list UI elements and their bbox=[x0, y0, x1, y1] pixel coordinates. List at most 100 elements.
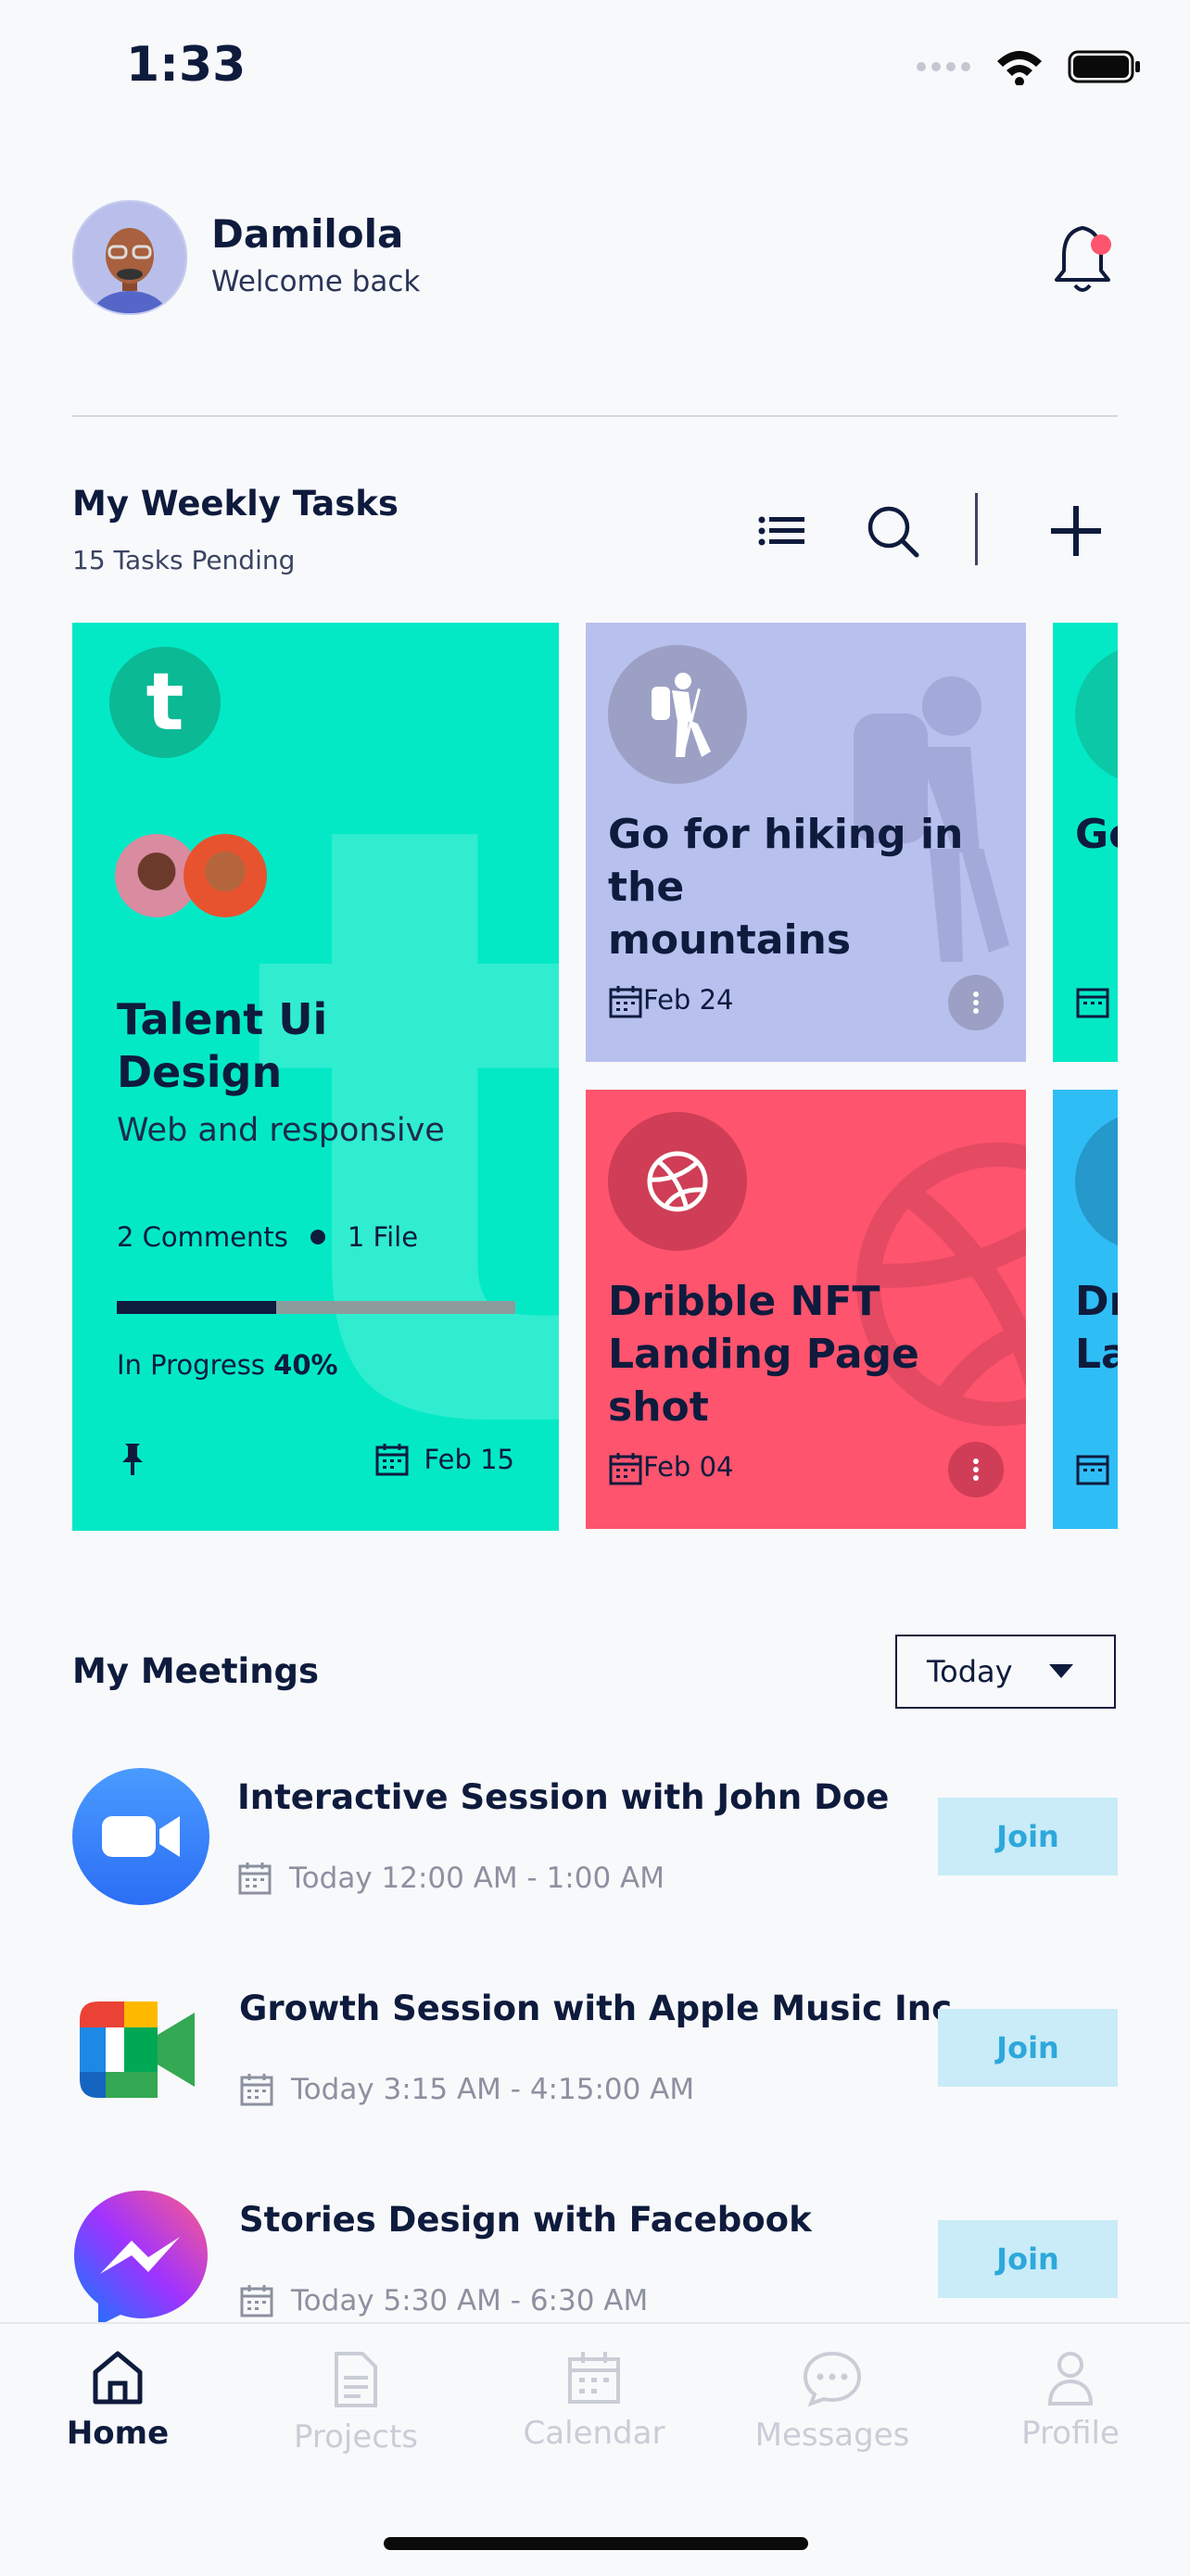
list-view-button[interactable] bbox=[749, 499, 814, 563]
tab-home[interactable]: Home bbox=[25, 2350, 210, 2452]
tab-label: Calendar bbox=[523, 2415, 665, 2452]
task-title-line: Design bbox=[117, 1047, 283, 1097]
status-icons bbox=[916, 46, 1142, 87]
meeting-title: Stories Design with Facebook bbox=[239, 2200, 812, 2240]
task-meta: 2 Comments 1 File bbox=[117, 1221, 418, 1253]
tab-label: Home bbox=[66, 2415, 170, 2452]
progress-label: In Progress bbox=[117, 1349, 265, 1381]
due-date-text: Feb 24 bbox=[643, 984, 734, 1016]
progress-value: 40% bbox=[273, 1349, 338, 1381]
task-title-line: La bbox=[1075, 1331, 1118, 1378]
wifi-icon bbox=[997, 51, 1042, 85]
task-title-line: Dr bbox=[1075, 1278, 1118, 1325]
tab-label: Projects bbox=[293, 2418, 419, 2456]
meeting-time: Today 3:15 AM - 4:15:00 AM bbox=[239, 2072, 694, 2107]
dribbble-icon bbox=[608, 1112, 747, 1251]
join-button[interactable]: Join bbox=[938, 1798, 1118, 1875]
meeting-title: Interactive Session with John Doe bbox=[237, 1777, 890, 1817]
card-icon-circle bbox=[1075, 645, 1118, 784]
meeting-time-text: Today 5:30 AM - 6:30 AM bbox=[291, 2284, 649, 2317]
task-title-line: mountains bbox=[608, 916, 852, 964]
caret-down-icon bbox=[1049, 1664, 1073, 1678]
join-button[interactable]: Join bbox=[938, 2009, 1118, 2087]
meeting-title: Growth Session with Apple Music Inc. bbox=[239, 1989, 966, 2028]
meeting-time: Today 12:00 AM - 1:00 AM bbox=[237, 1861, 665, 1896]
avatar[interactable] bbox=[72, 200, 187, 315]
more-options-button[interactable] bbox=[948, 1442, 1004, 1497]
task-card-dribbble[interactable]: Dribble NFT Landing Page shot Feb 04 bbox=[586, 1090, 1026, 1529]
tab-label: Messages bbox=[754, 2417, 910, 2454]
calendar-icon bbox=[240, 2074, 273, 2106]
task-title: Go bbox=[1075, 811, 1118, 858]
calendar-icon bbox=[238, 1863, 272, 1895]
task-title: Talent Ui Design bbox=[117, 993, 327, 1099]
document-icon bbox=[335, 2352, 377, 2407]
assignee-avatar bbox=[184, 834, 267, 917]
status-time: 1:33 bbox=[126, 37, 247, 93]
progress-status: In Progress 40% bbox=[117, 1349, 338, 1381]
files-count: 1 File bbox=[347, 1221, 419, 1253]
meeting-time-text: Today 12:00 AM - 1:00 AM bbox=[289, 1862, 665, 1895]
google-meet-icon bbox=[72, 1979, 209, 2116]
task-title-line: Go for hiking in the bbox=[608, 811, 964, 911]
home-icon bbox=[93, 2351, 143, 2405]
card-icon-circle bbox=[1075, 1112, 1118, 1251]
calendar-icon bbox=[609, 1453, 642, 1485]
calendar-icon bbox=[1076, 1455, 1109, 1485]
meeting-time-text: Today 3:15 AM - 4:15:00 AM bbox=[291, 2073, 695, 2106]
user-name: Damilola bbox=[211, 211, 404, 257]
progress-bar bbox=[117, 1301, 515, 1314]
add-task-button[interactable] bbox=[1044, 499, 1108, 563]
task-title-line: Talent Ui bbox=[117, 994, 328, 1044]
due-date-text: Feb 04 bbox=[643, 1451, 734, 1483]
task-card-hiking[interactable]: Go for hiking in the mountains Feb 24 bbox=[586, 623, 1026, 1062]
meetings-title: My Meetings bbox=[72, 1651, 320, 1691]
assignee-avatars bbox=[115, 834, 267, 917]
meeting-time: Today 5:30 AM - 6:30 AM bbox=[239, 2283, 648, 2318]
more-vertical-icon bbox=[973, 1458, 979, 1481]
task-title: Dr La bbox=[1075, 1275, 1118, 1381]
more-vertical-icon bbox=[973, 991, 979, 1014]
meetings-filter-dropdown[interactable]: Today bbox=[895, 1635, 1116, 1709]
task-subtitle: Web and responsive bbox=[117, 1112, 445, 1149]
calendar-icon bbox=[568, 2352, 620, 2404]
card-logo: t bbox=[109, 647, 221, 758]
hiker-icon bbox=[608, 645, 747, 784]
comments-count: 2 Comments bbox=[117, 1221, 288, 1253]
tab-label: Profile bbox=[1021, 2415, 1120, 2452]
due-date-text: Feb 15 bbox=[424, 1444, 514, 1475]
calendar-icon bbox=[375, 1444, 409, 1476]
chat-bubble-icon bbox=[803, 2351, 862, 2407]
meta-separator-dot bbox=[310, 1230, 325, 1244]
weekly-tasks-title: My Weekly Tasks bbox=[72, 484, 399, 524]
task-card-peek[interactable]: Dr La bbox=[1053, 1090, 1118, 1529]
calendar-icon bbox=[609, 986, 642, 1018]
notification-bell-icon[interactable] bbox=[1051, 221, 1121, 298]
messenger-icon bbox=[72, 2189, 209, 2326]
home-indicator bbox=[384, 2537, 808, 2550]
user-icon bbox=[1047, 2352, 1094, 2406]
task-title: Go for hiking in the mountains bbox=[608, 808, 1026, 966]
due-date: Feb 15 bbox=[374, 1442, 514, 1477]
plus-icon bbox=[1051, 506, 1101, 556]
calendar-icon bbox=[1076, 988, 1109, 1018]
tab-projects[interactable]: Projects bbox=[263, 2350, 449, 2456]
welcome-text: Welcome back bbox=[211, 265, 421, 298]
task-card-featured[interactable]: t t Talent Ui Design Web and responsive … bbox=[72, 623, 559, 1531]
list-icon bbox=[758, 516, 804, 546]
header-divider bbox=[72, 415, 1118, 417]
tab-messages[interactable]: Messages bbox=[740, 2350, 925, 2454]
calendar-icon bbox=[240, 2285, 273, 2317]
join-button[interactable]: Join bbox=[938, 2220, 1118, 2298]
meetings-filter-value: Today bbox=[927, 1654, 1013, 1689]
more-options-button[interactable] bbox=[948, 975, 1004, 1030]
task-card-peek[interactable]: Go bbox=[1053, 623, 1118, 1062]
tab-calendar[interactable]: Calendar bbox=[501, 2350, 687, 2452]
tab-profile[interactable]: Profile bbox=[978, 2350, 1163, 2452]
progress-bar-fill bbox=[117, 1301, 276, 1314]
search-icon bbox=[867, 506, 919, 558]
signal-icon bbox=[917, 62, 970, 71]
task-title-line: Dribble NFT bbox=[608, 1278, 880, 1325]
search-button[interactable] bbox=[860, 499, 925, 563]
pin-icon[interactable] bbox=[120, 1442, 145, 1481]
